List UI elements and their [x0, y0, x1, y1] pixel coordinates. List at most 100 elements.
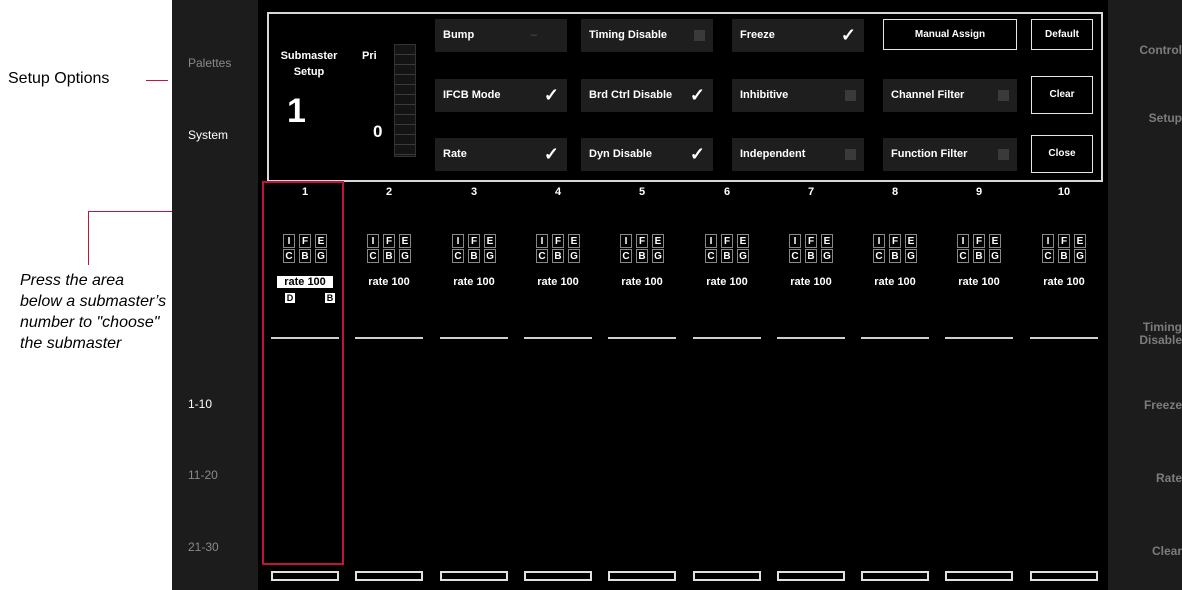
submaster-select-area[interactable]: I F E C B Grate 100: [602, 204, 682, 564]
submaster-flags: IFE CBG: [705, 234, 749, 263]
checkmark-icon: ✓: [689, 144, 705, 164]
priority-slider[interactable]: [394, 44, 416, 157]
submaster-flag: I: [620, 234, 632, 248]
softkey-setup[interactable]: Setup: [1108, 112, 1182, 125]
submaster-bump-button[interactable]: [355, 571, 423, 581]
submaster-number: 5: [638, 186, 646, 198]
submaster-flag: C: [957, 249, 969, 263]
submaster-flags: IFE CBG: [536, 234, 580, 263]
submaster-flag: F: [1058, 234, 1070, 248]
sidebar-item-page-1-10[interactable]: 1-10: [188, 397, 212, 411]
setup-options-leader-line: [146, 80, 168, 81]
submaster-flag: I: [957, 234, 969, 248]
submaster-select-area[interactable]: I F E C B Grate 100: [1024, 204, 1104, 564]
submaster-bump-button[interactable]: [608, 571, 676, 581]
option-independent[interactable]: Independent: [732, 138, 864, 171]
option-dyn-disable[interactable]: Dyn Disable ✓: [581, 138, 713, 171]
submaster-rate: rate 100: [453, 276, 495, 288]
submaster-rate: rate 100: [368, 276, 410, 288]
close-button[interactable]: Close: [1031, 135, 1093, 173]
submaster-rate: rate 100: [874, 276, 916, 288]
submaster-rate: rate 100: [537, 276, 579, 288]
submaster-bump-button[interactable]: [693, 571, 761, 581]
submaster-flag: F: [721, 234, 733, 248]
option-brd-ctrl-disable[interactable]: Brd Ctrl Disable ✓: [581, 79, 713, 112]
submaster-select-area[interactable]: I F E C B Grate 100: [518, 204, 598, 564]
option-channel-filter-label: Channel Filter: [891, 89, 965, 101]
submaster-bump-button[interactable]: [1030, 571, 1098, 581]
submaster-bump-button[interactable]: [440, 571, 508, 581]
manual-assign-label: Manual Assign: [914, 29, 986, 40]
softkey-control[interactable]: Control: [1108, 44, 1182, 57]
submaster-flag: F: [973, 234, 985, 248]
submaster-flag: F: [805, 234, 817, 248]
softkey-rate[interactable]: Rate: [1108, 472, 1182, 485]
submaster-flag: C: [789, 249, 801, 263]
option-rate[interactable]: Rate ✓: [435, 138, 567, 171]
option-function-filter[interactable]: Function Filter: [883, 138, 1017, 171]
submaster-bump-button[interactable]: [524, 571, 592, 581]
option-bump[interactable]: Bump –: [435, 19, 567, 52]
submaster-select-area[interactable]: I F E C B Grate 100: [687, 204, 767, 564]
unchecked-box-icon: [998, 149, 1009, 160]
option-ifcb-mode[interactable]: IFCB Mode ✓: [435, 79, 567, 112]
option-timing-disable[interactable]: Timing Disable: [581, 19, 713, 52]
option-rate-label: Rate: [443, 148, 467, 160]
setup-title: Submaster Setup: [279, 48, 339, 80]
submaster-flag: B: [889, 249, 901, 263]
submaster-rate: rate 100: [790, 276, 832, 288]
sidebar-item-palettes[interactable]: Palettes: [188, 56, 231, 70]
close-label: Close: [1048, 148, 1076, 159]
submaster-rate: rate 100: [706, 276, 748, 288]
submaster-flag: I: [367, 234, 379, 248]
submaster-flag: E: [568, 234, 580, 248]
softkey-freeze[interactable]: Freeze: [1108, 399, 1182, 412]
setup-options-annotation: Setup Options: [8, 70, 110, 87]
checkmark-icon: ✓: [840, 25, 856, 45]
submaster-flag: B: [468, 249, 480, 263]
submaster-number: 3: [470, 186, 478, 198]
softkey-clear[interactable]: Clear: [1108, 545, 1182, 558]
submaster-flag: C: [705, 249, 717, 263]
option-freeze[interactable]: Freeze ✓: [732, 19, 864, 52]
unchecked-box-icon: [845, 149, 856, 160]
submaster-select-area[interactable]: I F E C B Grate 100: [855, 204, 935, 564]
setup-title-line2: Setup: [293, 66, 325, 78]
submaster-fader-line: [861, 337, 929, 339]
clear-button[interactable]: Clear: [1031, 76, 1093, 114]
option-channel-filter[interactable]: Channel Filter: [883, 79, 1017, 112]
submaster-bump-button[interactable]: [945, 571, 1013, 581]
submaster-flag: I: [1042, 234, 1054, 248]
default-label: Default: [1045, 29, 1079, 40]
submaster-flags: IFE CBG: [1042, 234, 1086, 263]
submaster-fader-line: [355, 337, 423, 339]
submaster-select-area[interactable]: I F E C B Grate 100: [771, 204, 851, 564]
sidebar-item-page-21-30[interactable]: 21-30: [188, 540, 219, 554]
submaster-flag: E: [737, 234, 749, 248]
submaster-number: 6: [723, 186, 731, 198]
option-inhibitive[interactable]: Inhibitive: [732, 79, 864, 112]
submaster-bump-button[interactable]: [861, 571, 929, 581]
submaster-flag: E: [821, 234, 833, 248]
softkey-timing-disable[interactable]: Timing Disable: [1122, 321, 1182, 347]
press-note-leader-line-vertical: [88, 211, 89, 265]
submaster-setup-panel: Submaster Setup 1 Pri 0 Bump – IFCB Mode…: [267, 12, 1103, 182]
submaster-flag: I: [789, 234, 801, 248]
submaster-flag: G: [484, 249, 496, 263]
default-button[interactable]: Default: [1031, 19, 1093, 50]
submaster-flag: C: [536, 249, 548, 263]
submaster-bump-button[interactable]: [777, 571, 845, 581]
submaster-flag: G: [399, 249, 411, 263]
submaster-select-area[interactable]: I F E C B Grate 100: [434, 204, 514, 564]
submaster-bump-button[interactable]: [271, 571, 339, 581]
sidebar-item-page-11-20[interactable]: 11-20: [188, 468, 218, 482]
submaster-select-area[interactable]: I F E C B Grate 100: [349, 204, 429, 564]
unchecked-box-icon: [845, 90, 856, 101]
submaster-select-area[interactable]: I F E C B Grate 100: [939, 204, 1019, 564]
sidebar-item-system[interactable]: System: [188, 128, 228, 142]
option-freeze-label: Freeze: [740, 29, 775, 41]
clear-label: Clear: [1049, 89, 1075, 100]
submaster-number: 4: [554, 186, 562, 198]
unchecked-box-icon: [998, 90, 1009, 101]
manual-assign-button[interactable]: Manual Assign: [883, 19, 1017, 50]
